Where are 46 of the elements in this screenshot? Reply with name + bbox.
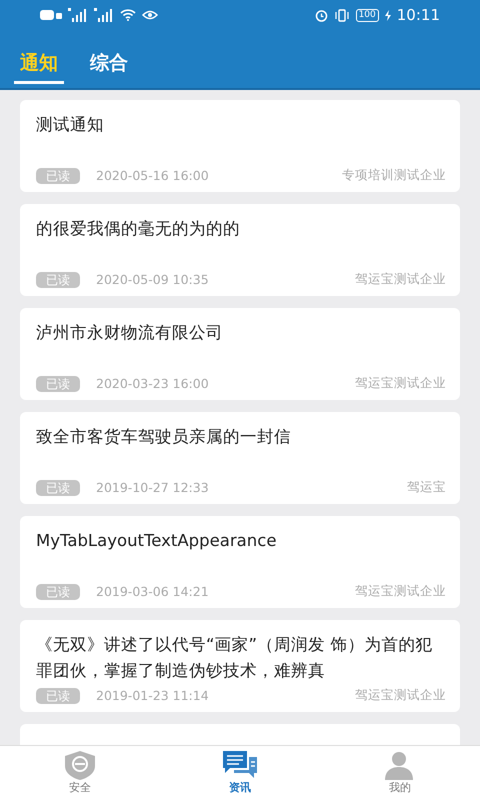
notice-title: 致全市客货车驾驶员亲属的一封信 (36, 426, 292, 448)
notice-source: 驾运宝测试企业 (355, 687, 446, 704)
notice-source: 专项培训测试企业 (342, 167, 446, 184)
nav-tab[interactable]: 资讯 (229, 780, 251, 795)
read-badge: 已读 (36, 272, 80, 288)
notice-source: 驾运宝测试企业 (355, 271, 446, 288)
notice-source: 驾运宝 (407, 479, 446, 496)
notice-title: 泸州市永财物流有限公司 (36, 322, 224, 344)
read-badge: 已读 (36, 584, 80, 600)
signal-icon (68, 8, 88, 22)
notice-date: 2019-03-06 14:21 (96, 584, 210, 599)
read-badge: 已读 (36, 168, 80, 184)
vibrate-icon (334, 8, 350, 22)
notice-date: 2020-03-23 16:00 (96, 376, 210, 391)
notice-card[interactable]: 致全市客货车驾驶员亲属的一封信 已读 2019-10-27 12:33 驾运宝 (20, 412, 460, 504)
notice-title: 的很爱我偶的毫无的为的的 (36, 218, 241, 240)
notice-card[interactable]: 泸州市永财物流有限公司 已读 2020-03-23 16:00 驾运宝测试企业 (20, 308, 460, 400)
read-badge: 已读 (36, 480, 80, 496)
tab[interactable]: 综合 (84, 46, 134, 84)
nav-tab[interactable]: 我的 (389, 780, 411, 795)
notice-title: MyTabLayoutTextAppearance (36, 530, 278, 552)
notice-title: 《无双》讲述了以代号“画家”（周润发 饰）为首的犯罪团伙，掌握了制造伪钞技术，难辨真 (36, 634, 434, 682)
notice-date: 2020-05-09 10:35 (96, 272, 210, 287)
battery-indicator: 100 (356, 8, 379, 22)
notice-date: 2020-05-16 16:00 (96, 168, 210, 183)
read-badge: 已读 (36, 376, 80, 392)
signal-icon (94, 8, 114, 22)
notice-card[interactable]: MyTabLayoutTextAppearance 已读 2019-03-06 14:21 驾运宝测试企业 (20, 516, 460, 608)
notice-source: 驾运宝测试企业 (355, 375, 446, 392)
chat-icon (222, 750, 258, 780)
nav-tab[interactable]: 安全 (69, 780, 91, 795)
notice-title: 测试通知 (36, 114, 105, 136)
charging-icon (384, 10, 391, 20)
clock-time: 10:11 (396, 6, 440, 24)
notice-card[interactable]: 《无双》讲述了以代号“画家”（周润发 饰）为首的犯罪团伙，掌握了制造伪钞技术，难辨真 已读 2019-01-23 11:14 驾运宝测试企业 (20, 620, 460, 712)
eye-icon (142, 9, 158, 21)
shield-icon (62, 750, 98, 780)
notice-card[interactable]: 测试通知 已读 2020-05-16 16:00 专项培训测试企业 (20, 100, 460, 192)
notice-date: 2019-10-27 12:33 (96, 480, 210, 495)
hd-icon (40, 10, 62, 20)
read-badge: 已读 (36, 688, 80, 704)
wifi-icon (120, 9, 136, 21)
notice-source: 驾运宝测试企业 (355, 583, 446, 600)
notice-date: 2019-01-23 11:14 (96, 688, 210, 703)
alarm-icon (314, 8, 328, 22)
notice-card[interactable]: 的很爱我偶的毫无的为的的 已读 2020-05-09 10:35 驾运宝测试企业 (20, 204, 460, 296)
